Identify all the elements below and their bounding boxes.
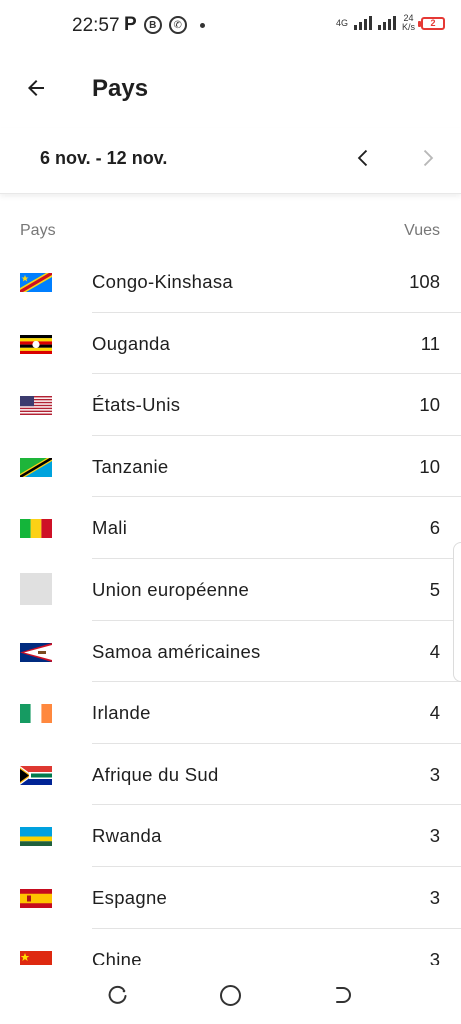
view-count: 3 xyxy=(429,948,440,965)
signal-icon-2 xyxy=(377,16,396,30)
list-item[interactable]: Chine 3 xyxy=(0,929,461,965)
network-type-label: 4G xyxy=(335,17,348,28)
view-count: 11 xyxy=(420,332,440,354)
notification-icons: P B ✆ xyxy=(124,14,205,36)
flag-rw-icon xyxy=(20,827,52,847)
view-count: 10 xyxy=(419,455,440,477)
flag-cd-icon xyxy=(20,273,52,292)
flag-us-icon xyxy=(20,396,52,416)
country-name: Chine xyxy=(92,948,142,965)
view-count: 4 xyxy=(429,640,440,662)
column-header-country: Pays xyxy=(20,222,56,239)
status-bar: 22:57 P B ✆ 4G 24 K/s 2 xyxy=(0,0,461,52)
back-arrow-icon[interactable] xyxy=(20,72,52,104)
flag-es-icon xyxy=(20,888,52,908)
list-item[interactable]: Irlande 4 xyxy=(0,682,461,744)
list-item[interactable]: Tanzanie 10 xyxy=(0,436,461,498)
country-list[interactable]: Congo-Kinshasa 108 Ouganda 11 États-Unis… xyxy=(0,251,461,965)
list-item[interactable]: Ouganda 11 xyxy=(0,313,461,375)
more-notifications-icon xyxy=(199,22,205,28)
flag-cn-icon xyxy=(20,950,52,965)
view-count: 108 xyxy=(409,271,440,292)
country-name: Mali xyxy=(92,517,128,539)
list-item[interactable]: Rwanda 3 xyxy=(0,805,461,867)
flag-ie-icon xyxy=(20,704,52,724)
country-name: Ouganda xyxy=(92,332,171,354)
p-notification-icon: P xyxy=(124,14,137,35)
back-nav-icon[interactable] xyxy=(333,985,353,1005)
view-count: 3 xyxy=(429,886,440,908)
system-icons: 4G 24 K/s 2 xyxy=(336,14,445,32)
country-name: Congo-Kinshasa xyxy=(92,271,233,292)
flag-placeholder-icon xyxy=(20,572,52,605)
column-headers: Pays Vues xyxy=(0,218,461,246)
view-count: 10 xyxy=(419,394,440,416)
battery-icon: 2 xyxy=(418,16,445,30)
list-item[interactable]: Afrique du Sud 3 xyxy=(0,744,461,806)
flag-za-icon xyxy=(20,765,52,785)
date-range-bar: 6 nov. - 12 nov. xyxy=(0,128,461,194)
list-item[interactable]: États-Unis 10 xyxy=(0,374,461,436)
list-item[interactable]: Espagne 3 xyxy=(0,867,461,929)
country-name: États-Unis xyxy=(92,394,181,416)
list-item[interactable]: Union européenne 5 xyxy=(0,559,461,621)
view-count: 6 xyxy=(429,517,440,539)
chevron-right-icon[interactable] xyxy=(413,142,441,174)
flag-as-icon xyxy=(20,642,52,662)
country-name: Espagne xyxy=(92,886,168,908)
b-notification-icon: B xyxy=(143,16,162,34)
home-icon[interactable] xyxy=(220,985,241,1006)
flag-tz-icon xyxy=(20,457,52,477)
list-item[interactable]: Samoa américaines 4 xyxy=(0,621,461,683)
view-count: 4 xyxy=(429,702,440,724)
network-speed: 24 K/s xyxy=(402,14,415,32)
flag-ml-icon xyxy=(20,519,52,539)
view-count: 3 xyxy=(429,825,440,847)
speed-unit: K/s xyxy=(401,22,415,32)
country-name: Samoa américaines xyxy=(92,640,261,662)
column-header-views: Vues xyxy=(404,222,440,239)
whatsapp-icon: ✆ xyxy=(168,16,187,34)
country-name: Rwanda xyxy=(92,825,162,847)
system-nav-bar xyxy=(0,965,461,1024)
country-name: Union européenne xyxy=(92,578,250,600)
list-item[interactable]: Mali 6 xyxy=(0,497,461,559)
status-time: 22:57 xyxy=(72,15,120,36)
app-bar: Pays xyxy=(0,60,461,118)
date-range: 6 nov. - 12 nov. xyxy=(40,148,168,168)
view-count: 5 xyxy=(429,578,440,600)
country-name: Afrique du Sud xyxy=(92,763,219,785)
view-count: 3 xyxy=(429,763,440,785)
edge-panel-handle[interactable] xyxy=(453,542,461,682)
chevron-left-icon[interactable] xyxy=(350,142,378,174)
signal-icon xyxy=(353,16,372,30)
recent-apps-icon[interactable] xyxy=(108,985,128,1005)
country-name: Tanzanie xyxy=(92,455,169,477)
country-name: Irlande xyxy=(92,702,151,724)
page-title: Pays xyxy=(92,75,149,102)
list-item[interactable]: Congo-Kinshasa 108 xyxy=(0,251,461,313)
flag-ug-icon xyxy=(20,334,52,354)
